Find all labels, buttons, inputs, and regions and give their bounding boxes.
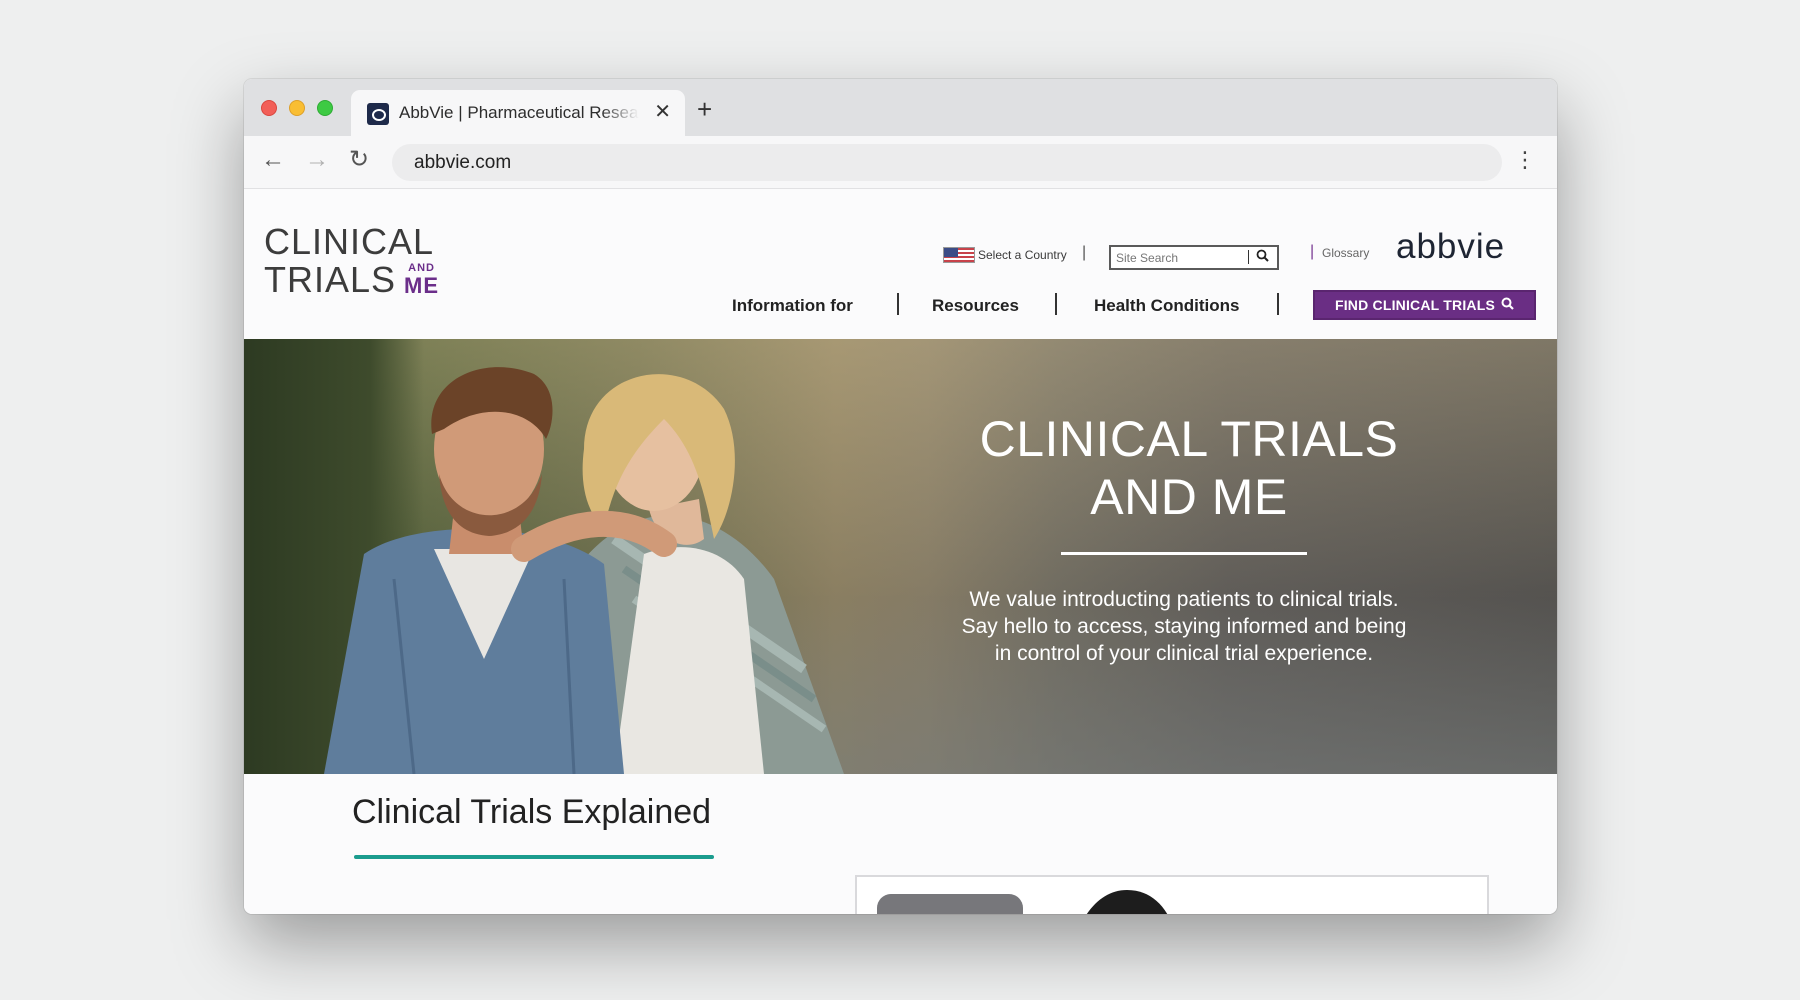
abbvie-logo[interactable]: abbvie — [1396, 227, 1505, 267]
hero-description-line: Say hello to access, staying informed an… — [961, 615, 1407, 638]
nav-resources[interactable]: Resources — [932, 296, 1019, 316]
forward-arrow-icon[interactable]: → — [305, 148, 329, 172]
maximize-window-button[interactable] — [317, 100, 333, 116]
back-arrow-icon[interactable]: ← — [261, 148, 285, 172]
us-flag-icon[interactable] — [943, 247, 975, 263]
browser-window: AbbVie | Pharmaceutical Research ✕ + ← →… — [244, 79, 1557, 914]
clinical-trials-and-me-logo[interactable]: CLINICAL TRIALS AND ME — [264, 223, 439, 299]
nav-divider — [1055, 293, 1057, 315]
url-text: abbvie.com — [414, 152, 512, 173]
hero-title-line: CLINICAL TRIALS — [979, 411, 1399, 467]
site-search-input[interactable] — [1116, 250, 1241, 266]
section-title: Clinical Trials Explained — [352, 793, 712, 831]
browser-tab[interactable]: AbbVie | Pharmaceutical Research ✕ — [351, 90, 685, 136]
search-separator — [1248, 250, 1249, 264]
minimize-window-button[interactable] — [289, 100, 305, 116]
logo-text-me: ME — [404, 273, 440, 298]
nav-divider — [1277, 293, 1279, 315]
address-bar[interactable]: abbvie.com — [392, 144, 1502, 181]
hero-divider — [1061, 552, 1307, 555]
hero-description-line: in control of your clinical trial experi… — [994, 642, 1374, 665]
search-icon — [1501, 297, 1514, 313]
glossary-divider: | — [1310, 243, 1315, 260]
select-country-link[interactable]: Select a Country — [978, 248, 1067, 262]
new-tab-button[interactable]: + — [697, 96, 712, 122]
find-clinical-trials-button[interactable]: FIND CLINICAL TRIALS — [1313, 290, 1536, 320]
illustrated-person-thumbnail — [1086, 890, 1168, 914]
hero-title-line: AND ME — [1090, 469, 1288, 525]
tab-close-icon[interactable]: ✕ — [654, 102, 671, 122]
title-bar: AbbVie | Pharmaceutical Research ✕ + — [244, 79, 1557, 136]
utility-divider: | — [1082, 244, 1087, 261]
browser-menu-icon[interactable]: ⋮ — [1514, 148, 1536, 172]
logo-text-trials: TRIALS — [264, 259, 397, 300]
hero-description-line: We value introducting patients to clinic… — [969, 588, 1399, 611]
video-player[interactable] — [855, 875, 1489, 914]
search-icon[interactable] — [1256, 249, 1269, 267]
hero-title: CLINICAL TRIALS AND ME — [944, 410, 1434, 526]
nav-health-conditions[interactable]: Health Conditions — [1094, 296, 1239, 316]
find-clinical-trials-label: FIND CLINICAL TRIALS — [1334, 297, 1496, 313]
site-search-box — [1109, 245, 1279, 270]
play-button-icon[interactable] — [877, 894, 1023, 914]
reload-icon[interactable]: ↻ — [349, 148, 369, 172]
tab-title: AbbVie | Pharmaceutical Research — [399, 103, 639, 122]
glossary-link[interactable]: Glossary — [1322, 246, 1369, 260]
hero-description: We value introducting patients to clinic… — [934, 586, 1434, 667]
nav-divider — [897, 293, 899, 315]
logo-text-trials-row: TRIALS AND ME — [264, 261, 439, 299]
nav-information-for[interactable]: Information for — [732, 296, 853, 316]
close-window-button[interactable] — [261, 100, 277, 116]
hero-banner: CLINICAL TRIALS AND ME We value introduc… — [244, 339, 1557, 774]
logo-text-clinical: CLINICAL — [264, 221, 435, 262]
couple-photo — [324, 367, 844, 774]
abbvie-favicon-icon — [367, 103, 389, 125]
section-title-underline — [354, 855, 714, 859]
logo-and-me: AND ME — [404, 262, 439, 297]
browser-toolbar: ← → ↻ abbvie.com ⋮ — [244, 136, 1557, 189]
